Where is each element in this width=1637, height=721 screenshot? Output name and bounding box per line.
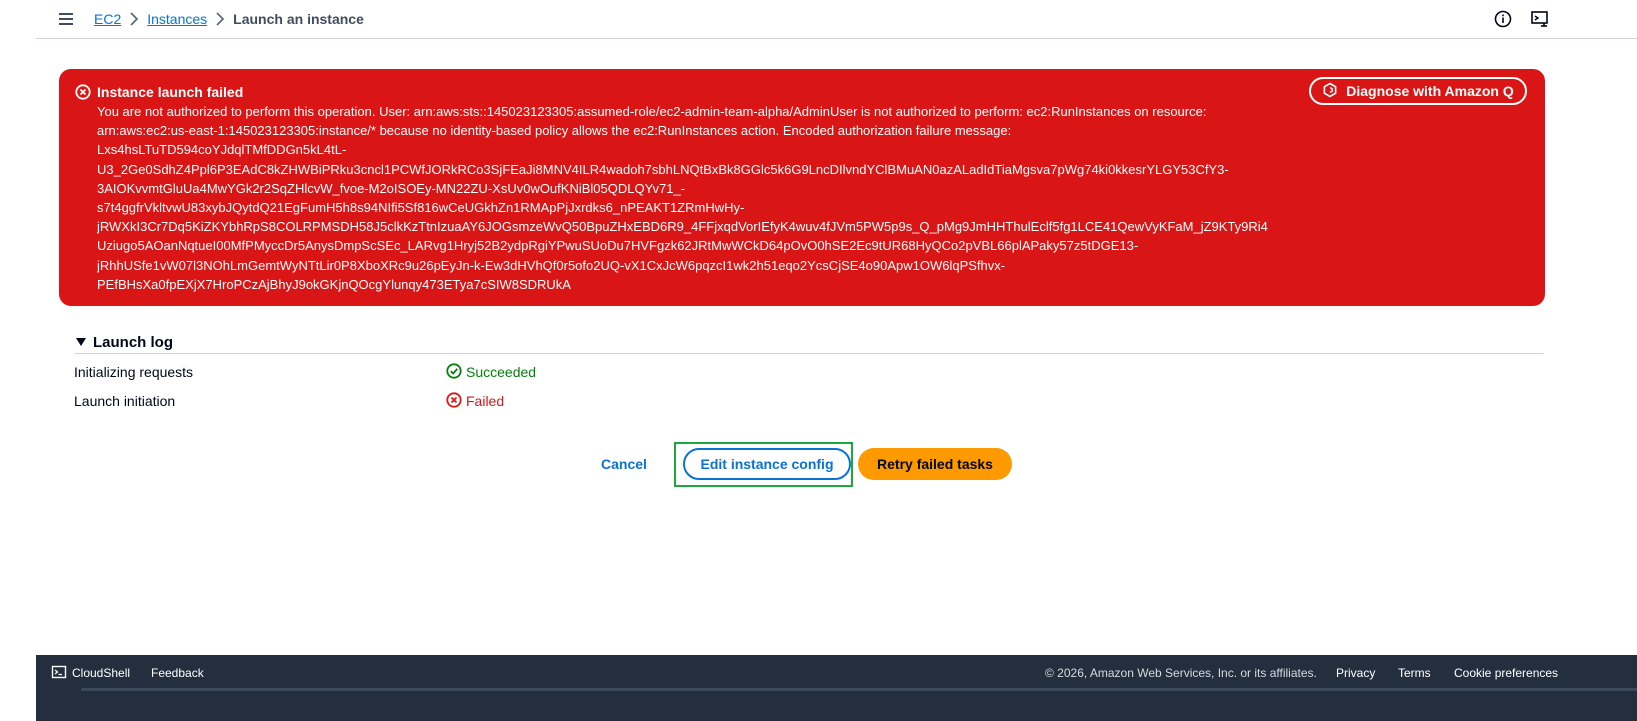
cloudshell-button[interactable]: CloudShell bbox=[51, 665, 130, 681]
cookie-preferences-link[interactable]: Cookie preferences bbox=[1454, 665, 1558, 681]
error-circle-icon bbox=[446, 391, 462, 411]
alert-message-line: Uziugo5AOanNqtueI00MfPMyccDr5AnysDmpScSE… bbox=[97, 238, 1139, 254]
left-margin bbox=[0, 0, 36, 721]
info-icon[interactable] bbox=[1494, 10, 1512, 28]
diagnose-with-amazon-q-button[interactable]: Diagnose with Amazon Q bbox=[1309, 77, 1527, 105]
top-bar: EC2 Instances Launch an instance bbox=[36, 0, 1637, 39]
menu-icon[interactable] bbox=[58, 10, 74, 28]
copyright-text: © 2026, Amazon Web Services, Inc. or its… bbox=[1045, 666, 1317, 680]
alert-message-line: jRWXkI3Cr7Dq5KiZKYbhRpS8COLRPMSDH58J5clk… bbox=[97, 219, 1268, 235]
notifications-panel-icon[interactable] bbox=[1530, 9, 1550, 29]
terms-link[interactable]: Terms bbox=[1398, 665, 1431, 681]
alert-message-line: 3AIOKvvmtGluUa4MwYGk2r2SqZHlcvW_fvoe-M2o… bbox=[97, 180, 686, 196]
amazon-q-icon bbox=[1322, 82, 1338, 101]
alert-message: You are not authorized to perform this o… bbox=[97, 102, 1307, 294]
status-text: Succeeded bbox=[466, 364, 537, 380]
status-text: Failed bbox=[466, 393, 505, 409]
launch-log-header[interactable]: Launch log bbox=[74, 331, 1544, 354]
terminal-icon bbox=[51, 664, 67, 683]
caret-down-icon bbox=[74, 335, 90, 349]
alert-message-line: Lxs4hsLTuTD594coYJdqlTMfDDGn5kL4tL- bbox=[97, 142, 347, 158]
footer: CloudShell Feedback © 2026, Amazon Web S… bbox=[36, 655, 1637, 721]
check-circle-icon bbox=[446, 362, 462, 382]
breadcrumb-current: Launch an instance bbox=[233, 11, 364, 27]
bottom-strip bbox=[81, 688, 1637, 691]
edit-instance-config-button[interactable]: Edit instance config bbox=[683, 448, 851, 480]
log-row: Launch initiation Failed bbox=[74, 391, 1544, 411]
privacy-link[interactable]: Privacy bbox=[1336, 665, 1375, 681]
breadcrumb-ec2[interactable]: EC2 bbox=[94, 11, 121, 27]
main-content: EC2 Instances Launch an instance Instanc… bbox=[36, 0, 1637, 721]
alert-message-line: You are not authorized to perform this o… bbox=[97, 104, 1207, 119]
launch-log-title: Launch log bbox=[93, 333, 173, 351]
error-alert: Instance launch failed You are not autho… bbox=[59, 69, 1545, 306]
alert-message-line: PEfBHsXa0fpEXjX7HroPCzAjBhyJ9okGKjnQOcgY… bbox=[97, 276, 571, 292]
retry-failed-tasks-button[interactable]: Retry failed tasks bbox=[858, 448, 1012, 480]
alert-message-line: arn:aws:ec2:us-east-1:145023123305:insta… bbox=[97, 123, 1012, 139]
chevron-right-icon bbox=[121, 10, 147, 28]
cancel-button[interactable]: Cancel bbox=[601, 453, 647, 475]
error-icon bbox=[75, 84, 91, 100]
alert-message-line: jRhhUSfe1vW07l3NOhLmGemtWyNTtLir0P8XboXR… bbox=[97, 257, 1006, 273]
diagnose-button-label: Diagnose with Amazon Q bbox=[1346, 83, 1514, 99]
chevron-right-icon bbox=[207, 10, 233, 28]
alert-body: Instance launch failed You are not autho… bbox=[97, 83, 1307, 294]
log-row-label: Initializing requests bbox=[74, 364, 194, 380]
log-row-label: Launch initiation bbox=[74, 393, 176, 409]
log-row: Initializing requests Succeeded bbox=[74, 362, 1544, 382]
log-row-status: Failed bbox=[446, 391, 505, 411]
breadcrumb: EC2 Instances Launch an instance bbox=[94, 10, 364, 28]
log-row-status: Succeeded bbox=[446, 362, 537, 382]
cloudshell-label: CloudShell bbox=[72, 666, 131, 680]
feedback-link[interactable]: Feedback bbox=[151, 665, 204, 681]
breadcrumb-instances[interactable]: Instances bbox=[147, 11, 207, 27]
alert-message-line: U3_2Ge0SdhZ4Ppl6P3EAdC8kZHWBiPRku3cncl1P… bbox=[97, 161, 1229, 177]
alert-title: Instance launch failed bbox=[97, 84, 244, 100]
alert-message-line: s7t4ggfrVkltvwU83xybJQytdQ21EgFumH5h8s94… bbox=[97, 200, 745, 216]
